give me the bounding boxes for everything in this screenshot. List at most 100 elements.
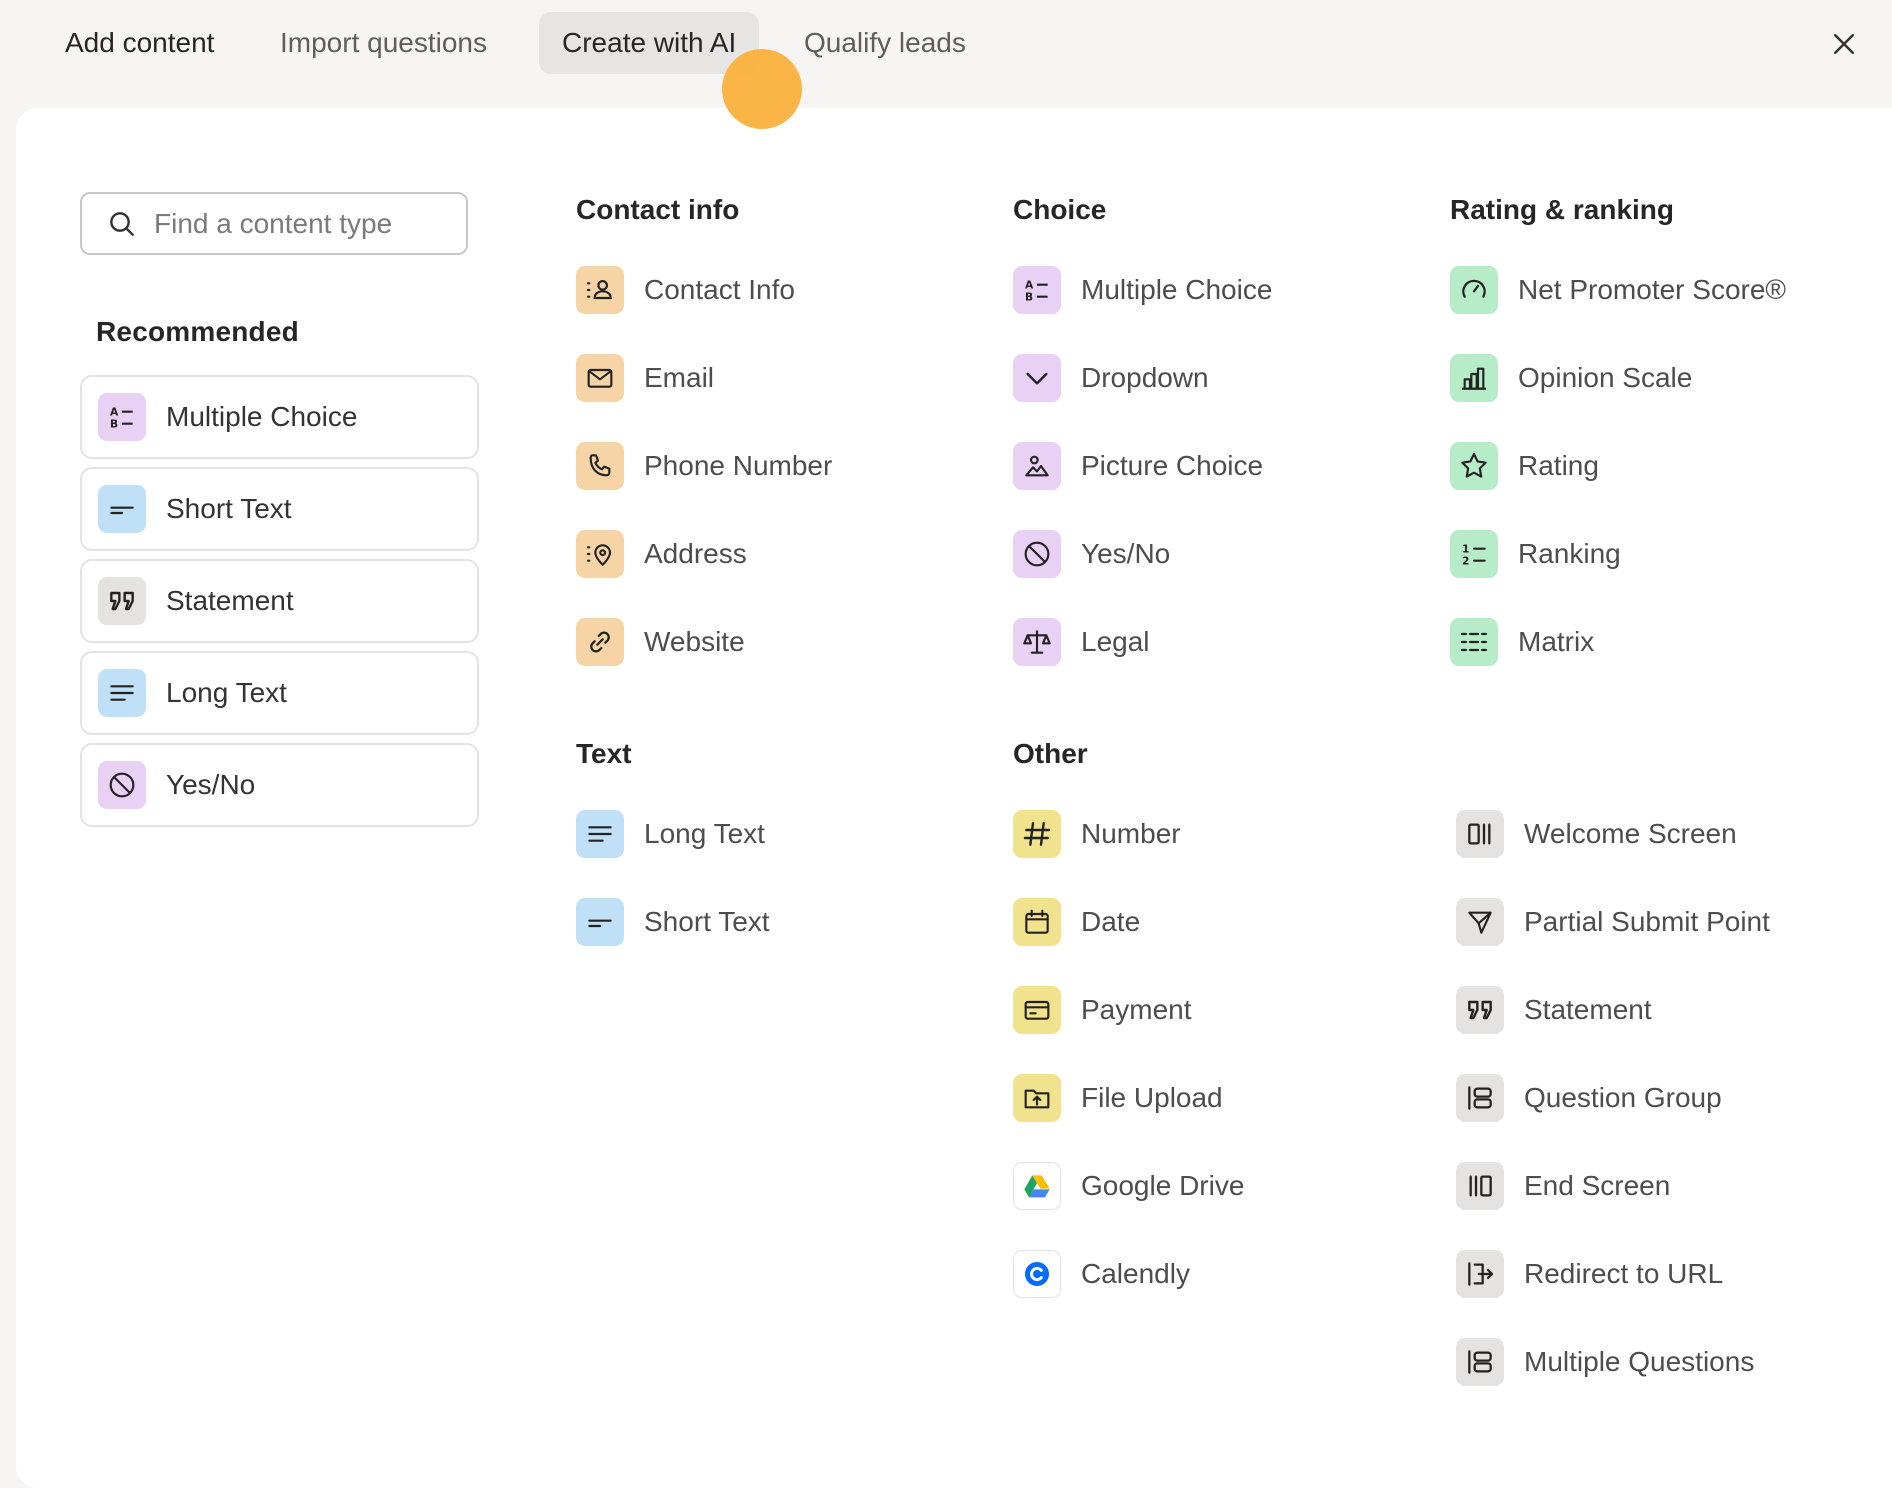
content-type-payment[interactable]: Payment [1013, 986, 1192, 1034]
close-button[interactable] [1822, 22, 1866, 66]
content-type-partial-submit-point[interactable]: Partial Submit Point [1456, 898, 1770, 946]
recommended-yes-no[interactable]: Yes/No [80, 743, 479, 827]
content-type-label: Contact Info [644, 274, 795, 305]
search-field[interactable] [80, 192, 468, 255]
content-type-label: Calendly [1081, 1258, 1190, 1289]
search-input[interactable] [154, 207, 454, 240]
content-type-label: Number [1081, 818, 1181, 849]
section-title-other: Other [1013, 738, 1088, 769]
content-type-statement[interactable]: Statement [1456, 986, 1652, 1034]
content-type-google-drive[interactable]: Google Drive [1013, 1162, 1244, 1210]
content-type-contact-info[interactable]: Contact Info [576, 266, 795, 314]
content-type-dropdown[interactable]: Dropdown [1013, 354, 1209, 402]
content-type-email[interactable]: Email [576, 354, 714, 402]
content-type-address[interactable]: Address [576, 530, 747, 578]
tab-add-content[interactable]: Add content [42, 12, 237, 74]
content-type-label: End Screen [1524, 1170, 1671, 1201]
recommended-short-text[interactable]: Short Text [80, 467, 479, 551]
content-type-label: Payment [1081, 994, 1192, 1025]
content-type-number[interactable]: Number [1013, 810, 1181, 858]
content-type-rating[interactable]: Rating [1450, 442, 1599, 490]
multiple-choice-icon: AB [1013, 266, 1061, 314]
grid-dots-icon [1450, 618, 1498, 666]
quote-icon [1456, 986, 1504, 1034]
recommended-label: Short Text [166, 493, 292, 524]
content-type-date[interactable]: Date [1013, 898, 1140, 946]
content-type-phone-number[interactable]: Phone Number [576, 442, 832, 490]
content-type-label: Date [1081, 906, 1141, 937]
chevron-down-icon [1013, 354, 1061, 402]
recommended-label: Long Text [166, 677, 287, 708]
recommended-label: Statement [166, 585, 294, 616]
content-type-label: Email [644, 362, 715, 393]
content-type-welcome-screen[interactable]: Welcome Screen [1456, 810, 1737, 858]
cursor-indicator [722, 49, 802, 129]
svg-text:2: 2 [1462, 555, 1469, 568]
calendly-icon [1013, 1250, 1061, 1298]
content-type-label: Yes/No [1081, 538, 1171, 569]
envelope-icon [576, 354, 624, 402]
content-type-label: Opinion Scale [1518, 362, 1693, 393]
search-icon [110, 211, 134, 236]
link-icon [576, 618, 624, 666]
content-type-matrix[interactable]: Matrix [1450, 618, 1594, 666]
multiple-choice-icon: AB [98, 393, 146, 441]
section-title-rating-ranking: Rating & ranking [1450, 194, 1675, 225]
recommended-multiple-choice[interactable]: AB Multiple Choice [80, 375, 479, 459]
question-group-icon [1456, 1074, 1504, 1122]
content-type-multiple-questions[interactable]: Multiple Questions [1456, 1338, 1754, 1386]
content-type-label: Question Group [1524, 1082, 1722, 1113]
short-text-icon [576, 898, 624, 946]
content-type-label: Short Text [644, 906, 770, 937]
content-type-label: Redirect to URL [1524, 1258, 1724, 1289]
svg-text:B: B [110, 418, 118, 431]
recommended-statement[interactable]: Statement [80, 559, 479, 643]
content-type-short-text[interactable]: Short Text [576, 898, 770, 946]
section-title-choice: Choice [1013, 194, 1107, 225]
content-type-label: Rating [1518, 450, 1599, 481]
content-type-net-promoter-score[interactable]: Net Promoter Score® [1450, 266, 1786, 314]
contact-info-icon [576, 266, 624, 314]
hash-icon [1013, 810, 1061, 858]
short-text-icon [98, 485, 146, 533]
content-type-calendly[interactable]: Calendly [1013, 1250, 1190, 1298]
content-type-picture-choice[interactable]: Picture Choice [1013, 442, 1263, 490]
content-type-label: Website [644, 626, 745, 657]
yes-no-icon [1013, 530, 1061, 578]
content-type-legal[interactable]: Legal [1013, 618, 1150, 666]
long-text-icon [98, 669, 146, 717]
recommended-label: Multiple Choice [166, 401, 358, 432]
content-type-multiple-choice[interactable]: AB Multiple Choice [1013, 266, 1272, 314]
content-type-file-upload[interactable]: File Upload [1013, 1074, 1223, 1122]
content-type-redirect-to-url[interactable]: Redirect to URL [1456, 1250, 1723, 1298]
content-type-label: Net Promoter Score® [1518, 274, 1787, 305]
redirect-icon [1456, 1250, 1504, 1298]
scales-icon [1013, 618, 1061, 666]
tab-qualify-leads[interactable]: Qualify leads [781, 12, 989, 74]
section-title-text: Text [576, 738, 632, 769]
content-type-yes-no[interactable]: Yes/No [1013, 530, 1170, 578]
content-type-label: Multiple Questions [1524, 1346, 1755, 1377]
content-type-label: Matrix [1518, 626, 1595, 657]
content-type-long-text[interactable]: Long Text [576, 810, 765, 858]
content-type-opinion-scale[interactable]: Opinion Scale [1450, 354, 1692, 402]
recommended-long-text[interactable]: Long Text [80, 651, 479, 735]
content-type-label: Long Text [644, 818, 765, 849]
content-type-label: File Upload [1081, 1082, 1223, 1113]
content-type-label: Google Drive [1081, 1170, 1245, 1201]
tab-create-with-ai[interactable]: Create with AI [539, 12, 760, 74]
end-screen-icon [1456, 1162, 1504, 1210]
tab-import-questions[interactable]: Import questions [257, 12, 510, 74]
content-type-end-screen[interactable]: End Screen [1456, 1162, 1670, 1210]
ranking-icon: 12 [1450, 530, 1498, 578]
phone-icon [576, 442, 624, 490]
content-type-label: Dropdown [1081, 362, 1209, 393]
content-type-question-group[interactable]: Question Group [1456, 1074, 1722, 1122]
content-type-label: Ranking [1518, 538, 1621, 569]
content-type-website[interactable]: Website [576, 618, 745, 666]
content-type-label: Phone Number [644, 450, 833, 481]
svg-text:B: B [1025, 291, 1033, 304]
bar-chart-icon [1450, 354, 1498, 402]
multiple-questions-icon [1456, 1338, 1504, 1386]
content-type-ranking[interactable]: 12 Ranking [1450, 530, 1621, 578]
